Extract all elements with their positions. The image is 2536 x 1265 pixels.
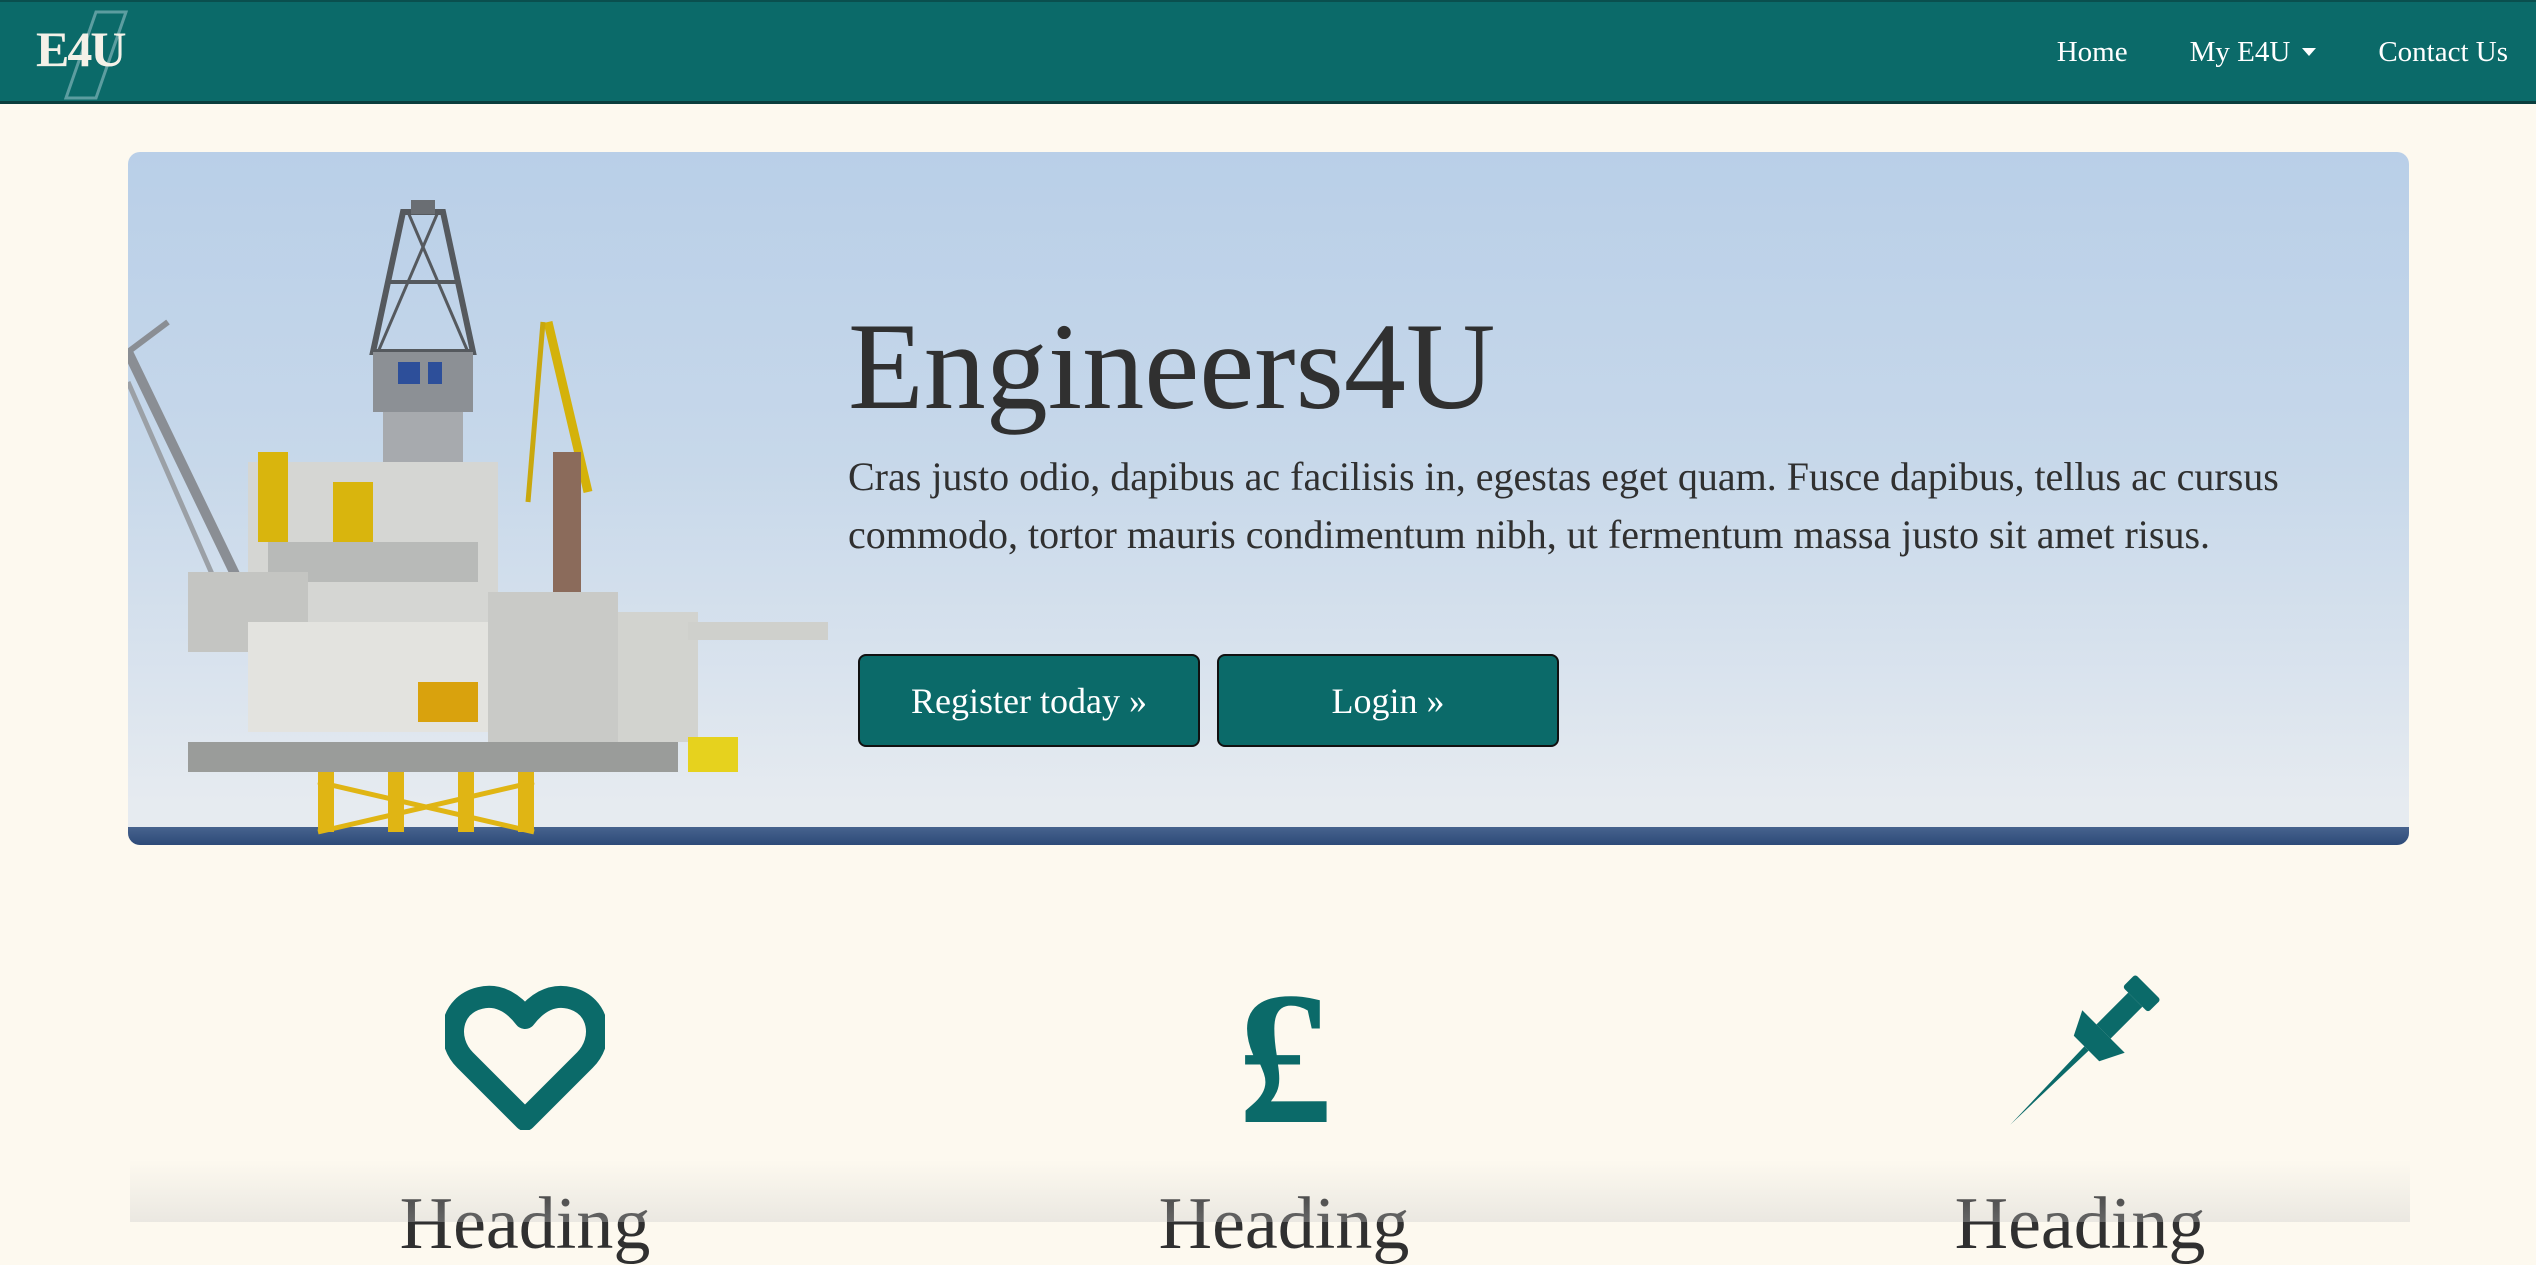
register-button[interactable]: Register today » — [858, 654, 1200, 747]
nav-contact-label: Contact Us — [2378, 35, 2508, 68]
login-button[interactable]: Login » — [1217, 654, 1559, 747]
hero-description: Cras justo odio, dapibus ac facilisis in… — [848, 454, 2279, 557]
brand-text: E4U — [36, 21, 126, 77]
pound-icon: £ — [1238, 984, 1333, 1134]
hero-jumbotron: Engineers4U Cras justo odio, dapibus ac … — [128, 152, 2409, 845]
nav-home-label: Home — [2056, 35, 2128, 68]
feature-heading-2: Heading — [1158, 1183, 1410, 1265]
hero-title: Engineers4U — [848, 298, 1496, 435]
brand-logo[interactable]: E4U — [34, 8, 164, 100]
pushpin-icon — [2010, 975, 2160, 1125]
nav-contact-us[interactable]: Contact Us — [2378, 36, 2508, 69]
feature-heading-3: Heading — [1954, 1183, 2206, 1265]
feature-column-2: £ Heading — [1084, 980, 1484, 1264]
nav-links: Home My E4U Contact Us — [2057, 2, 2536, 102]
nav-home[interactable]: Home — [2057, 36, 2128, 69]
svg-text:£: £ — [1238, 984, 1333, 1134]
caret-down-icon — [2302, 48, 2317, 56]
heart-icon — [445, 985, 605, 1130]
feature-column-1: Heading — [325, 980, 725, 1264]
oil-rig-image — [128, 200, 828, 835]
feature-heading-1: Heading — [399, 1183, 651, 1265]
nav-my-e4u-label: My E4U — [2189, 35, 2291, 68]
navbar: E4U Home My E4U Contact Us — [0, 0, 2536, 104]
nav-my-e4u-dropdown[interactable]: My E4U — [2190, 36, 2317, 69]
feature-column-3: Heading — [1880, 975, 2280, 1264]
